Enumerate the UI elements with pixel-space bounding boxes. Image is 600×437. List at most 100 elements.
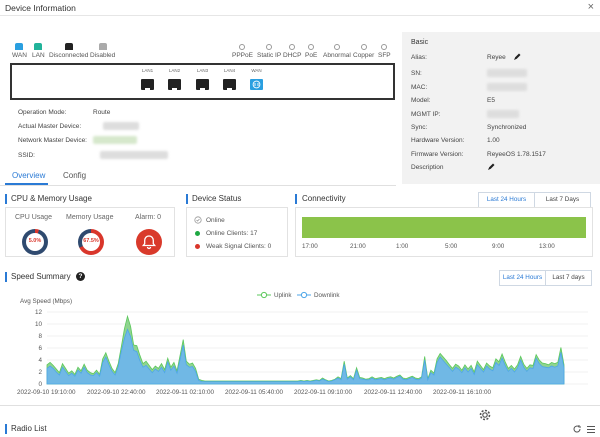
memory-usage-value: 67.5% xyxy=(83,238,99,244)
section-marker xyxy=(5,424,7,434)
port-lan3[interactable]: LAN3 xyxy=(195,68,210,91)
speed-chart[interactable]: 0 2 4 6 8 10 12 2022-09-10 19:10:00 2022-09-10 2… xyxy=(0,300,600,400)
weak-clients-text[interactable]: Weak Signal Clients: 0 xyxy=(206,243,271,250)
basic-row-label: SN: xyxy=(411,70,422,77)
column-settings-icon[interactable] xyxy=(586,424,596,434)
operation-mode-value: Route xyxy=(93,109,111,116)
x-tick-label: 2022-09-10 19:10:00 xyxy=(17,389,76,396)
basic-row-value: Synchronized xyxy=(487,124,527,131)
speed-24h-button[interactable]: Last 24 Hours xyxy=(500,271,546,285)
basic-row-label: Hardware Version: xyxy=(411,137,465,144)
connectivity-tick: 9:00 xyxy=(492,243,505,250)
y-tick-label: 10 xyxy=(35,321,43,328)
wan-mode-label: PoE xyxy=(305,52,318,59)
online-clients-text[interactable]: Online Clients: 17 xyxy=(206,230,257,237)
cpu-usage-value: 5.0% xyxy=(28,238,42,244)
x-tick-label: 2022-09-11 02:10:00 xyxy=(156,389,215,396)
tab-config[interactable]: Config xyxy=(63,171,86,180)
basic-row-label: MAC: xyxy=(411,84,428,91)
wan-mode-label: DHCP xyxy=(283,52,302,59)
downlink-legend-icon[interactable] xyxy=(297,291,311,299)
section-marker xyxy=(5,194,7,204)
refresh-icon[interactable] xyxy=(572,424,582,434)
ethernet-port-icon xyxy=(168,79,181,91)
basic-row-label: Firmware Version: xyxy=(411,151,464,158)
port-state-icon xyxy=(64,43,73,50)
wan-mode-label: SFP xyxy=(378,52,391,59)
copper-icon xyxy=(360,44,367,50)
port-label: WAN xyxy=(251,68,262,73)
cpu-usage-label: CPU Usage xyxy=(15,214,52,221)
x-tick-label: 2022-09-11 05:40:00 xyxy=(225,389,284,396)
connectivity-range-toggle: Last 24 Hours Last 7 Days xyxy=(478,192,591,208)
actual-master-label: Actual Master Device: xyxy=(18,123,82,130)
poe-icon xyxy=(308,44,315,50)
basic-row-label: Sync: xyxy=(411,124,428,131)
device-status-title: Device Status xyxy=(192,194,242,203)
gear-icon[interactable] xyxy=(478,408,492,422)
y-tick-label: 12 xyxy=(35,309,43,316)
legend-item-wan: WAN xyxy=(12,43,27,59)
connectivity-title: Connectivity xyxy=(302,194,346,203)
tab-active-indicator xyxy=(5,183,48,185)
y-tick-label: 8 xyxy=(38,333,42,340)
series-area-downlink[interactable] xyxy=(46,328,565,385)
legend-label: Disconnected xyxy=(49,52,89,59)
pppoe-icon xyxy=(239,44,246,50)
wan-mode-1: Static IP xyxy=(257,44,281,59)
alarm-bell-icon[interactable] xyxy=(136,229,162,255)
network-master-value[interactable] xyxy=(93,136,137,144)
legend-label: WAN xyxy=(12,52,27,59)
legend-item-disconnected: Disconnected xyxy=(49,43,88,59)
port-lan4[interactable]: LAN4 xyxy=(222,68,237,91)
help-icon[interactable]: ? xyxy=(76,272,85,281)
cpu-memory-title: CPU & Memory Usage xyxy=(11,194,92,203)
port-wan[interactable]: WAN xyxy=(249,68,264,91)
x-tick-label: 2022-09-11 09:10:00 xyxy=(294,389,353,396)
abnormal-icon xyxy=(333,44,340,50)
port-lan2[interactable]: LAN2 xyxy=(167,68,182,91)
online-clients-dot xyxy=(195,231,200,236)
tab-overview[interactable]: Overview xyxy=(12,171,45,180)
actual-master-value xyxy=(103,122,139,130)
redacted-value xyxy=(487,110,519,118)
tab-bar xyxy=(0,168,396,186)
connectivity-7d-button[interactable]: Last 7 Days xyxy=(535,193,590,207)
connectivity-tick: 1:00 xyxy=(396,243,409,250)
downlink-legend-label[interactable]: Downlink xyxy=(314,292,340,299)
wan-mode-6: SFP xyxy=(378,44,391,59)
wan-mode-label: PPPoE xyxy=(232,52,253,59)
port-lan1[interactable]: LAN1 xyxy=(140,68,155,91)
port-label: LAN2 xyxy=(168,68,181,73)
y-tick-label: 6 xyxy=(38,345,42,352)
wan-mode-label: Static IP xyxy=(257,52,282,59)
basic-row-value: E5 xyxy=(487,97,495,104)
divider xyxy=(0,405,600,406)
operation-mode-label: Operation Mode: xyxy=(18,109,67,116)
x-tick-label: 2022-09-11 16:10:00 xyxy=(433,389,492,396)
ethernet-port-icon xyxy=(250,79,263,90)
connectivity-24h-button[interactable]: Last 24 Hours xyxy=(479,193,535,207)
basic-row-value: 1.00 xyxy=(487,137,500,144)
section-marker xyxy=(295,194,297,204)
ssid-value xyxy=(100,151,168,159)
port-state-icon xyxy=(98,43,107,50)
basic-row-label: Description xyxy=(411,164,444,171)
close-icon[interactable]: × xyxy=(588,1,594,13)
uplink-legend-label[interactable]: Uplink xyxy=(274,292,292,299)
description-edit-icon[interactable] xyxy=(487,163,495,171)
connectivity-bar xyxy=(302,217,586,238)
network-master-label: Network Master Device: xyxy=(18,137,87,144)
alias-edit-icon[interactable] xyxy=(513,53,521,61)
uplink-legend-icon[interactable] xyxy=(257,291,271,299)
section-marker xyxy=(5,272,7,282)
y-tick-label: 2 xyxy=(38,369,42,376)
basic-info-panel: Basic Alias: Reyee SN: MAC: Model: E5 MGMT IP:… xyxy=(402,32,600,184)
legend-item-lan: LAN xyxy=(32,43,45,59)
legend-label: Disabled xyxy=(90,52,116,59)
wan-mode-label: Copper xyxy=(353,52,375,59)
speed-7d-button[interactable]: Last 7 days xyxy=(546,271,591,285)
port-state-icon xyxy=(34,43,43,50)
basic-row-label: MGMT IP: xyxy=(411,111,441,118)
redacted-value xyxy=(487,69,527,77)
